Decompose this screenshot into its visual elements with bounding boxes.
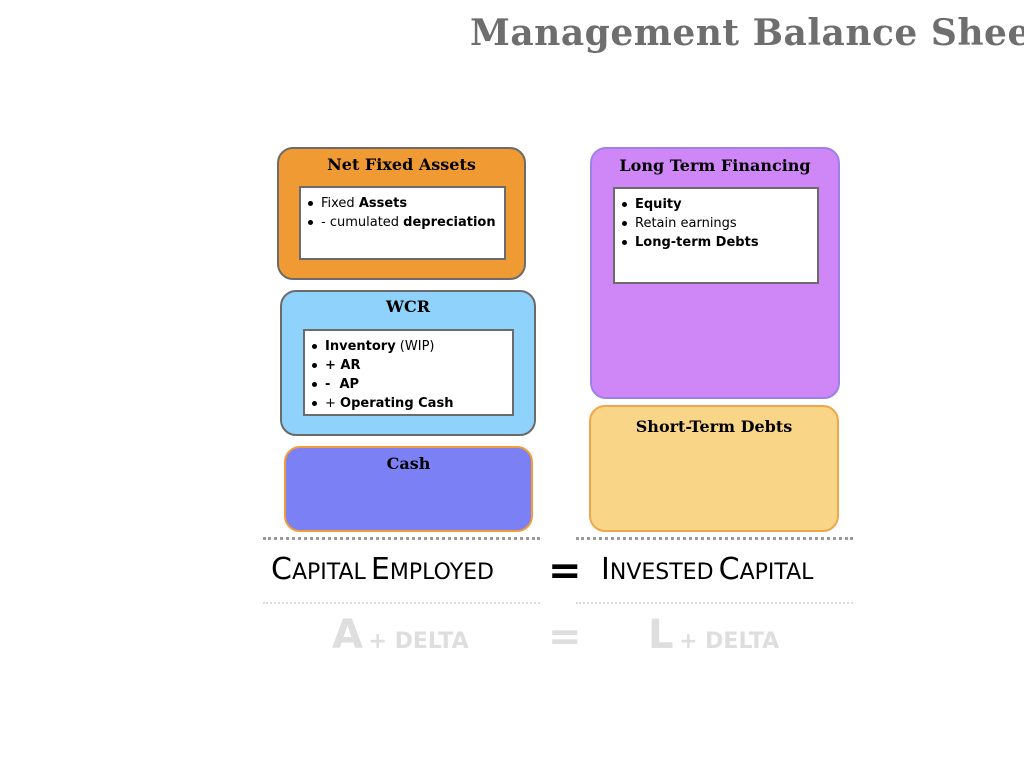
divider	[263, 602, 540, 604]
list-item: Equity	[622, 195, 817, 214]
long-term-financing-box: Long Term Financing Equity Retain earnin…	[590, 147, 840, 399]
wcr-list: Inventory (WIP) + AR - AP + Operating Ca…	[303, 329, 514, 416]
divider	[576, 602, 853, 604]
formula-equals-sign: =	[548, 614, 582, 660]
short-term-debts-title: Short-Term Debts	[635, 417, 793, 436]
net-fixed-assets-box: Net Fixed Assets Fixed Assets - cumulate…	[277, 147, 526, 280]
long-term-financing-title: Long Term Financing	[619, 156, 811, 175]
net-fixed-assets-list: Fixed Assets - cumulated depreciation	[299, 186, 506, 260]
cash-title: Cash	[386, 454, 431, 473]
capital-employed-label: CAPITAL EMPLOYED	[271, 552, 494, 587]
list-item: - cumulated depreciation	[308, 213, 504, 232]
net-fixed-assets-title: Net Fixed Assets	[327, 155, 476, 174]
wcr-title: WCR	[386, 297, 430, 316]
list-item: Fixed Assets	[308, 194, 504, 213]
list-item: Inventory (WIP)	[312, 337, 512, 356]
equals-sign: =	[548, 548, 582, 594]
divider	[576, 537, 853, 540]
cash-box: Cash	[284, 446, 533, 532]
page-title: Management Balance Sheet	[470, 12, 1024, 54]
short-term-debts-box: Short-Term Debts	[589, 405, 839, 532]
invested-capital-label: INVESTED CAPITAL	[601, 552, 814, 587]
list-item: + Operating Cash	[312, 394, 512, 413]
divider	[263, 537, 540, 540]
list-item: + AR	[312, 356, 512, 375]
wcr-box: WCR Inventory (WIP) + AR - AP + Operatin…	[280, 290, 536, 436]
long-term-financing-list: Equity Retain earnings Long-term Debts	[613, 187, 819, 284]
liabilities-formula: L + DELTA	[648, 612, 780, 658]
list-item: Retain earnings	[622, 214, 817, 233]
list-item: Long-term Debts	[622, 233, 817, 252]
assets-formula: A + DELTA	[332, 612, 469, 658]
list-item: - AP	[312, 375, 512, 394]
